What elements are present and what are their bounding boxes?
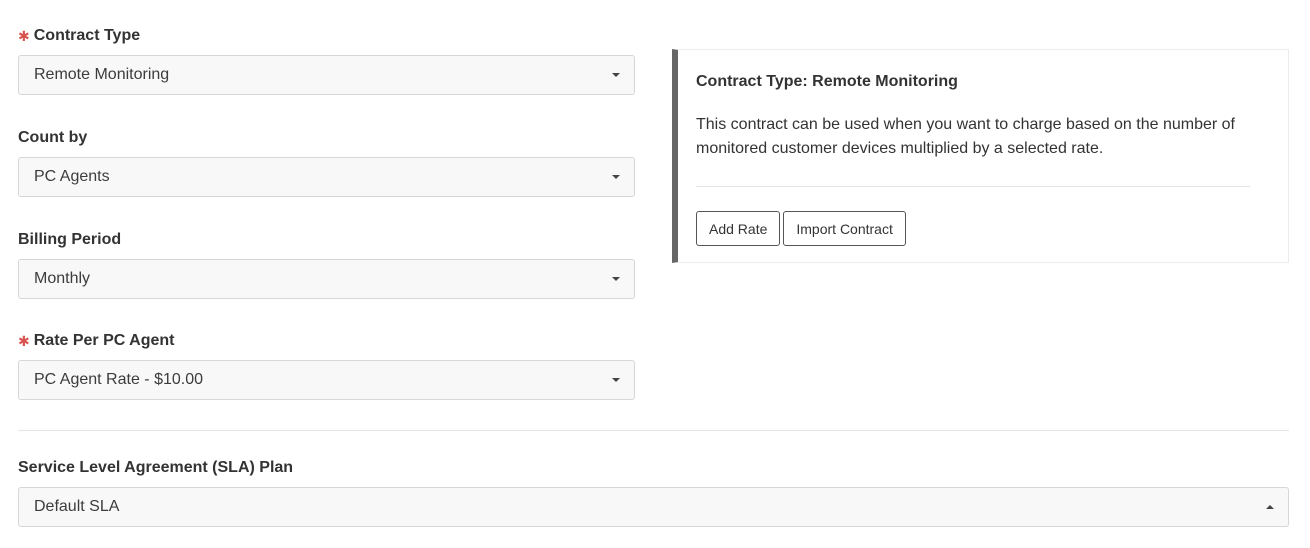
count-by-select[interactable]: PC Agents (18, 157, 635, 197)
contract-type-select[interactable]: Remote Monitoring (18, 55, 635, 95)
rate-value: PC Agent Rate - $10.00 (34, 371, 203, 388)
billing-period-label-text: Billing Period (18, 231, 122, 248)
sla-label-text: Service Level Agreement (SLA) Plan (18, 459, 294, 476)
sla-label: Service Level Agreement (SLA) Plan (18, 458, 1289, 478)
billing-period-label: Billing Period (18, 230, 635, 250)
caret-down-icon (612, 175, 620, 179)
info-panel-divider (696, 186, 1250, 187)
info-panel-description: This contract can be used when you want … (696, 116, 1235, 157)
rate-label: ✱ Rate Per PC Agent (18, 331, 635, 351)
rate-field: ✱ Rate Per PC Agent PC Agent Rate - $10.… (18, 331, 635, 400)
rate-select[interactable]: PC Agent Rate - $10.00 (18, 360, 635, 400)
sla-select[interactable]: Default SLA (18, 487, 1289, 527)
import-contract-button[interactable]: Import Contract (783, 211, 906, 246)
required-asterisk-icon: ✱ (18, 28, 30, 44)
contract-info-panel: Contract Type: Remote Monitoring This co… (672, 49, 1289, 263)
info-panel-actions: Add Rate Import Contract (696, 211, 1250, 246)
sla-value: Default SLA (34, 498, 120, 515)
billing-period-select[interactable]: Monthly (18, 259, 635, 299)
sla-field: Service Level Agreement (SLA) Plan Defau… (18, 458, 1289, 527)
caret-down-icon (612, 277, 620, 281)
contract-type-label: ✱ Contract Type (18, 26, 635, 46)
count-by-label: Count by (18, 128, 635, 148)
contract-type-label-text: Contract Type (33, 27, 141, 44)
billing-period-value: Monthly (34, 270, 91, 287)
caret-up-icon (1266, 505, 1274, 509)
required-asterisk-icon: ✱ (18, 333, 30, 349)
section-divider (18, 430, 1289, 431)
count-by-field: Count by PC Agents (18, 128, 635, 197)
contract-type-field: ✱ Contract Type Remote Monitoring (18, 26, 635, 95)
caret-down-icon (612, 73, 620, 77)
contract-type-value: Remote Monitoring (34, 66, 170, 83)
billing-period-field: Billing Period Monthly (18, 230, 635, 299)
count-by-value: PC Agents (34, 168, 110, 185)
caret-down-icon (612, 378, 620, 382)
info-panel-title: Contract Type: Remote Monitoring (696, 73, 958, 90)
rate-label-text: Rate Per PC Agent (33, 332, 175, 349)
add-rate-button[interactable]: Add Rate (696, 211, 781, 246)
count-by-label-text: Count by (18, 129, 88, 146)
